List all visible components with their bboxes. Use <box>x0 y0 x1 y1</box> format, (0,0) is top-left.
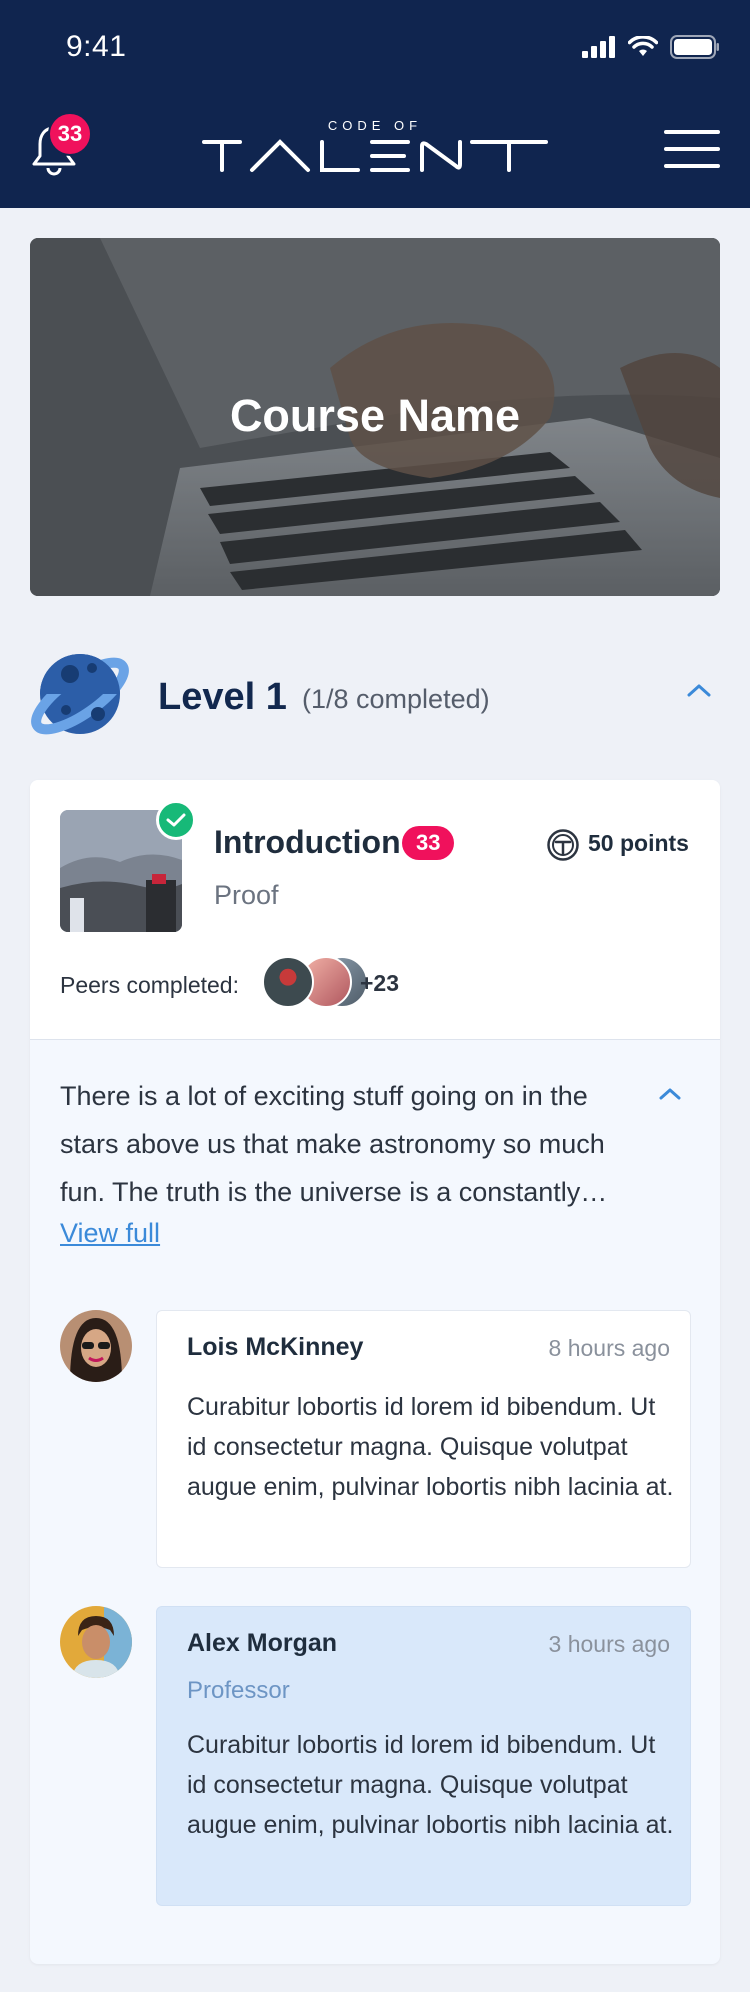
view-full-link[interactable]: View full <box>60 1218 160 1249</box>
comment-text: Curabitur lobortis id lorem id bibendum.… <box>187 1393 674 1501</box>
lesson-card: Introduction 33 50 points Proof Peers co… <box>30 780 720 1964</box>
lesson-badge: 33 <box>402 826 455 860</box>
avatar[interactable] <box>60 1310 132 1382</box>
lesson-description: There is a lot of exciting stuff going o… <box>60 1081 608 1207</box>
planet-icon <box>31 654 129 735</box>
app-header: 9:41 33 CODE OF <box>0 0 750 208</box>
lesson-title: Introduction <box>214 824 401 860</box>
chevron-up-icon[interactable] <box>658 1086 682 1101</box>
logo-wordmark <box>202 139 548 172</box>
battery-icon <box>670 35 719 59</box>
comment-text: Curabitur lobortis id lorem id bibendum.… <box>187 1731 674 1839</box>
comment-card: Lois McKinney 8 hours ago Curabitur lobo… <box>156 1310 691 1568</box>
comment-author[interactable]: Lois McKinney <box>187 1333 363 1362</box>
status-time: 9:41 <box>66 30 127 63</box>
notification-badge: 33 <box>48 112 92 156</box>
status-icons <box>582 32 720 62</box>
avatar-photo <box>60 1310 132 1382</box>
peer-avatar[interactable] <box>262 956 314 1008</box>
steering-wheel-icon <box>547 829 579 861</box>
level-progress: (1/8 completed) <box>302 684 490 714</box>
chevron-up-icon[interactable] <box>686 682 712 698</box>
avatar-photo <box>60 1606 132 1678</box>
comment-author[interactable]: Alex Morgan <box>187 1629 337 1658</box>
peers-completed-label: Peers completed: <box>60 972 239 998</box>
comment-time: 3 hours ago <box>548 1631 670 1657</box>
level-title: Level 1 <box>158 676 287 718</box>
course-hero-image: Course Name <box>30 238 720 596</box>
completed-check-icon <box>156 800 196 840</box>
comment-time: 8 hours ago <box>548 1335 670 1361</box>
peers-more-count[interactable]: +23 <box>360 970 399 997</box>
level-header[interactable]: Level 1 (1/8 completed) <box>30 640 720 748</box>
logo: CODE OF <box>200 118 550 180</box>
lesson-subtitle: Proof <box>214 880 279 910</box>
signal-icon <box>582 36 615 58</box>
avatar[interactable] <box>60 1606 132 1678</box>
course-title: Course Name <box>229 390 521 441</box>
comment-author-role: Professor <box>187 1677 290 1704</box>
hamburger-menu-icon[interactable] <box>664 130 720 168</box>
comment-card-professor: Alex Morgan 3 hours ago Professor Curabi… <box>156 1606 691 1906</box>
wifi-icon <box>628 36 658 56</box>
lesson-summary[interactable]: Introduction 33 50 points Proof Peers co… <box>30 780 720 1040</box>
lesson-points: 50 points <box>588 830 689 856</box>
